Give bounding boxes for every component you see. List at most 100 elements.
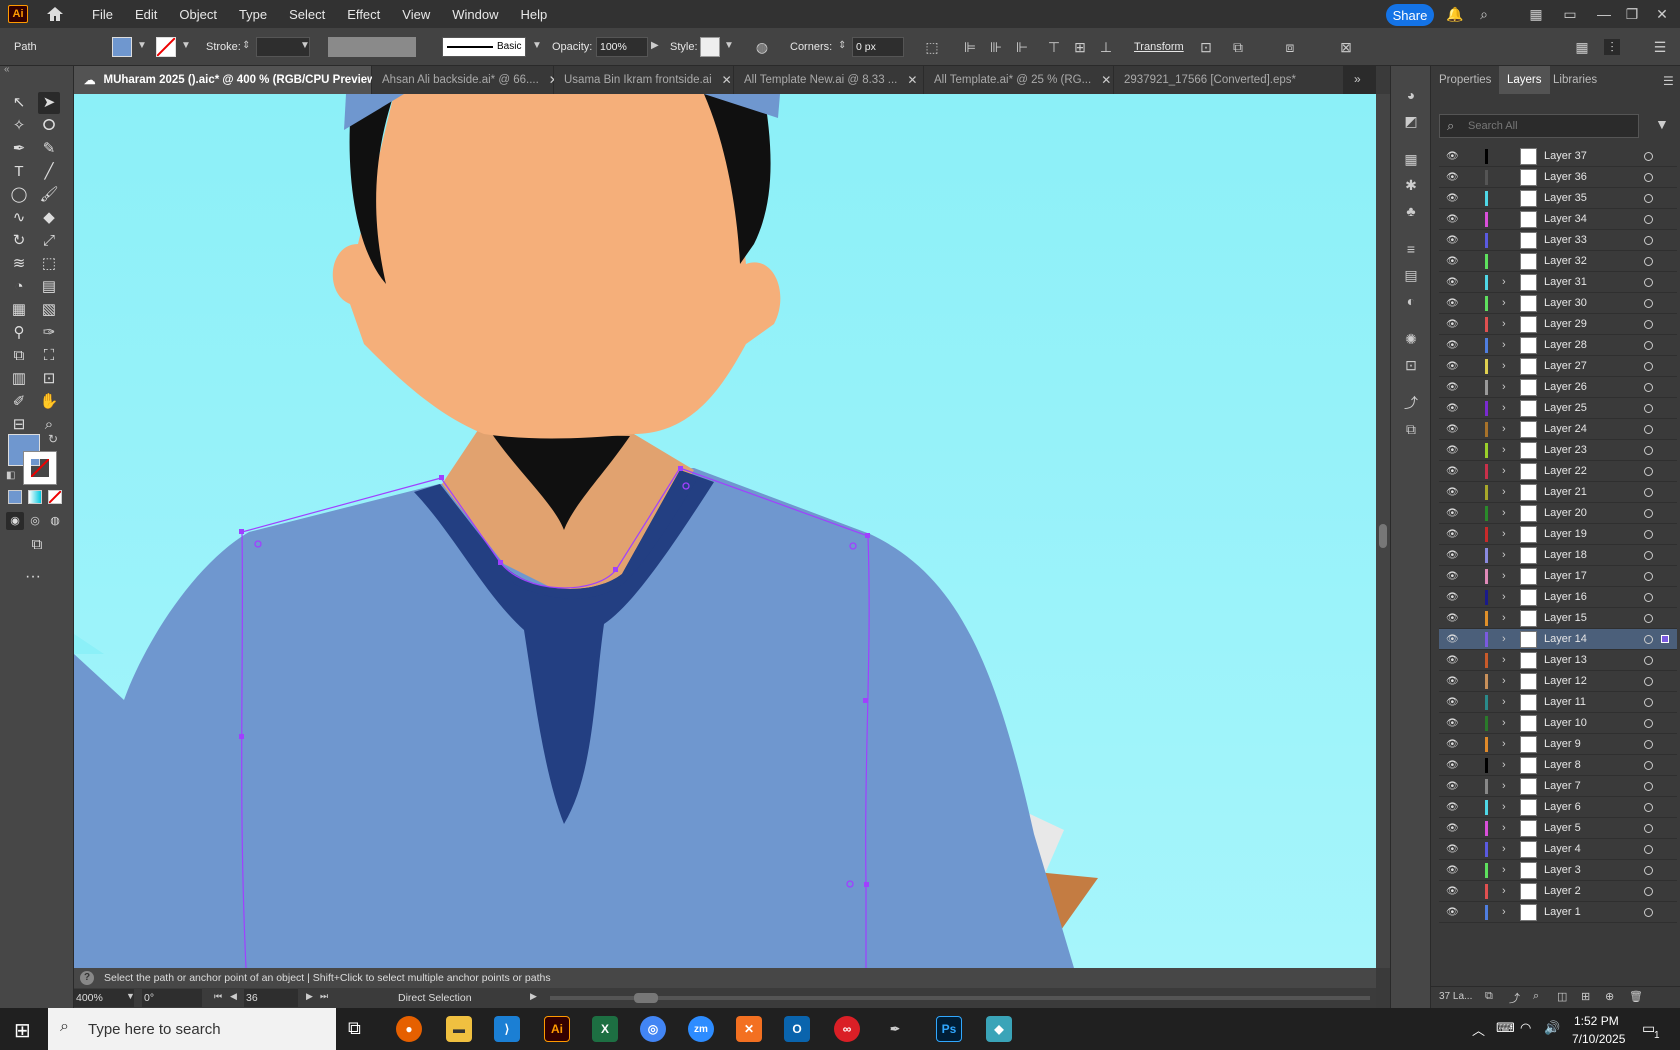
eye-icon[interactable]: 👁: [1446, 172, 1460, 183]
scroll-thumb[interactable]: [634, 993, 658, 1003]
menu-type[interactable]: Type: [239, 7, 267, 22]
target-icon[interactable]: [1644, 236, 1653, 245]
chevron-right-icon[interactable]: ›: [1502, 570, 1506, 582]
chevron-right-icon[interactable]: ›: [1502, 549, 1506, 561]
menu-select[interactable]: Select: [289, 7, 325, 22]
warp-tool-icon[interactable]: ≋: [8, 253, 30, 275]
target-icon[interactable]: [1644, 635, 1653, 644]
corners-input[interactable]: 0 px: [852, 37, 904, 57]
appearance-icon[interactable]: ▦: [1402, 150, 1420, 168]
hand-tool-icon[interactable]: ✋: [38, 391, 60, 413]
rotate-tool-icon[interactable]: ↻: [8, 230, 30, 252]
chevron-right-icon[interactable]: ›: [1502, 444, 1506, 456]
color-guide-icon[interactable]: ◕: [1402, 86, 1420, 104]
stroke-swatch[interactable]: [156, 37, 176, 57]
illustrator-icon[interactable]: Ai: [544, 1016, 570, 1042]
more-tools-icon[interactable]: ···: [22, 566, 44, 588]
target-icon[interactable]: [1644, 446, 1653, 455]
eye-icon[interactable]: 👁: [1446, 319, 1460, 330]
eye-icon[interactable]: 👁: [1446, 844, 1460, 855]
curvature-tool-icon[interactable]: ✎: [38, 138, 60, 160]
layer-row[interactable]: 👁 Layer 32: [1439, 251, 1677, 272]
style-swatch[interactable]: [700, 37, 720, 57]
chevron-down-icon[interactable]: ▼: [137, 40, 147, 51]
variable-width-profile[interactable]: [328, 37, 416, 57]
eye-icon[interactable]: 👁: [1446, 403, 1460, 414]
perspective-grid-icon[interactable]: ▤: [38, 276, 60, 298]
align-center-icon[interactable]: ⊪: [988, 39, 1004, 55]
chevron-right-icon[interactable]: ›: [1502, 906, 1506, 918]
draw-behind-icon[interactable]: ◎: [26, 512, 44, 530]
workspace-icon[interactable]: ▦: [1528, 6, 1544, 22]
eye-icon[interactable]: 👁: [1446, 760, 1460, 771]
stepper-icon[interactable]: ⇕: [838, 40, 846, 51]
blend-tool-icon[interactable]: ⧉: [8, 345, 30, 367]
layer-row[interactable]: 👁 Layer 33: [1439, 230, 1677, 251]
align-top-icon[interactable]: ⊤: [1046, 39, 1062, 55]
export-icon[interactable]: ⤴: [1509, 990, 1520, 1006]
rotate-view-input[interactable]: 0°: [142, 989, 202, 1007]
chevron-right-icon[interactable]: ›: [1502, 822, 1506, 834]
line-tool-icon[interactable]: ╱: [38, 161, 60, 183]
target-icon[interactable]: [1644, 488, 1653, 497]
new-sublayer-icon[interactable]: ⊞: [1581, 990, 1590, 1003]
direct-selection-tool-icon[interactable]: ➤: [38, 92, 60, 114]
outlook-icon[interactable]: O: [784, 1016, 810, 1042]
layer-row[interactable]: 👁 Layer 37: [1439, 146, 1677, 167]
tab-usama[interactable]: Usama Bin Ikram frontside.ai ✕: [554, 66, 734, 94]
type-tool-icon[interactable]: T: [8, 161, 30, 183]
eye-icon[interactable]: 👁: [1446, 424, 1460, 435]
layer-row[interactable]: 👁 Layer 34: [1439, 209, 1677, 230]
swap-icon[interactable]: ↻: [48, 432, 58, 446]
gradient-tool-icon[interactable]: ▧: [38, 299, 60, 321]
layer-row[interactable]: 👁 › Layer 12: [1439, 671, 1677, 692]
layer-row[interactable]: 👁 › Layer 10: [1439, 713, 1677, 734]
target-icon[interactable]: [1644, 740, 1653, 749]
target-icon[interactable]: [1644, 530, 1653, 539]
magic-wand-icon[interactable]: ✧: [8, 115, 30, 137]
chevron-right-icon[interactable]: ▶: [651, 40, 659, 51]
chevron-right-icon[interactable]: ›: [1502, 528, 1506, 540]
layer-row[interactable]: 👁 › Layer 9: [1439, 734, 1677, 755]
chevron-right-icon[interactable]: ›: [1502, 381, 1506, 393]
target-icon[interactable]: [1644, 257, 1653, 266]
target-icon[interactable]: [1644, 509, 1653, 518]
slice-tool-icon[interactable]: ✐: [8, 391, 30, 413]
eye-icon[interactable]: 👁: [1446, 151, 1460, 162]
draw-normal-icon[interactable]: ◉: [6, 512, 24, 530]
zoom-input[interactable]: 400%: [74, 989, 134, 1007]
tabs-overflow-icon[interactable]: »: [1354, 72, 1361, 86]
image-trace-icon[interactable]: ⊠: [1338, 39, 1354, 55]
free-transform-icon[interactable]: ⬚: [38, 253, 60, 275]
chrome-icon[interactable]: ◎: [640, 1016, 666, 1042]
brush-definition[interactable]: Basic: [442, 37, 526, 57]
zoom-icon[interactable]: zm: [688, 1016, 714, 1042]
search-icon[interactable]: ⌕: [1476, 6, 1492, 22]
chevron-right-icon[interactable]: ›: [1502, 486, 1506, 498]
lasso-icon[interactable]: ⵔ: [38, 115, 60, 137]
eye-icon[interactable]: 👁: [1446, 655, 1460, 666]
layer-row[interactable]: 👁 › Layer 31: [1439, 272, 1677, 293]
fill-swatch[interactable]: [112, 37, 132, 57]
eye-icon[interactable]: 👁: [1446, 529, 1460, 540]
windows-start-icon[interactable]: ⊞: [14, 1018, 31, 1043]
excel-icon[interactable]: X: [592, 1016, 618, 1042]
taskbar-search[interactable]: ⌕ Type here to search: [48, 1008, 336, 1050]
stepper-icon[interactable]: ⇕: [242, 40, 250, 51]
artboards-icon[interactable]: ⧉: [1402, 420, 1420, 438]
layer-row[interactable]: 👁 › Layer 2: [1439, 881, 1677, 902]
target-icon[interactable]: [1644, 572, 1653, 581]
screen-mode-icon[interactable]: ⧉: [26, 534, 48, 556]
selection-indicator[interactable]: [1661, 635, 1669, 643]
eye-icon[interactable]: 👁: [1446, 571, 1460, 582]
clock-date[interactable]: 7/10/2025: [1572, 1032, 1625, 1046]
target-icon[interactable]: [1644, 761, 1653, 770]
eye-icon[interactable]: 👁: [1446, 361, 1460, 372]
first-artboard-icon[interactable]: ⏮: [214, 991, 222, 1002]
prev-artboard-icon[interactable]: ◀: [230, 991, 237, 1002]
filter-icon[interactable]: ▼: [1655, 116, 1669, 132]
eye-icon[interactable]: 👁: [1446, 256, 1460, 267]
target-icon[interactable]: [1644, 782, 1653, 791]
minimize-icon[interactable]: —: [1596, 6, 1612, 22]
eye-icon[interactable]: 👁: [1446, 445, 1460, 456]
